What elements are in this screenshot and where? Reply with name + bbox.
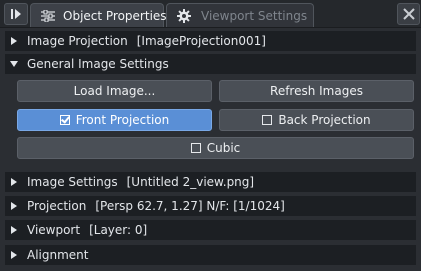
section-value: [Layer: 0] <box>89 223 148 237</box>
section-viewport[interactable]: Viewport [Layer: 0] <box>5 220 416 240</box>
expand-arrow-icon <box>11 251 17 259</box>
section-alignment[interactable]: Alignment <box>5 245 416 265</box>
sliders-icon <box>41 9 55 23</box>
tab-object-properties[interactable]: Object Properties <box>30 3 167 27</box>
refresh-images-button[interactable]: Refresh Images <box>219 80 414 102</box>
section-image-projection[interactable]: Image Projection [ImageProjection001] <box>5 31 416 51</box>
section-value: [ImageProjection001] <box>136 34 266 48</box>
gear-icon <box>177 8 191 23</box>
section-general-image-settings[interactable]: General Image Settings <box>5 54 416 74</box>
button-label: Cubic <box>206 141 241 155</box>
section-title: Image Settings <box>27 175 118 189</box>
section-projection[interactable]: Projection [Persp 62.7, 1.27] N/F: [1/10… <box>5 196 416 216</box>
close-icon <box>402 8 415 20</box>
back-projection-toggle[interactable]: Back Projection <box>219 109 414 131</box>
expand-arrow-icon <box>11 226 17 234</box>
section-value: [Persp 62.7, 1.27] N/F: [1/1024] <box>95 199 285 213</box>
section-title: Alignment <box>27 248 89 262</box>
panel-titlebar: Object Properties Viewport Settings <box>0 0 421 28</box>
expand-arrow-icon <box>11 178 17 186</box>
button-label: Back Projection <box>278 113 371 127</box>
collapse-arrow-icon <box>10 61 18 67</box>
button-label: Front Projection <box>75 113 170 127</box>
section-title: Image Projection <box>27 34 128 48</box>
button-label: Load Image... <box>73 84 156 98</box>
expand-arrow-icon <box>11 202 17 210</box>
section-title: Projection <box>27 199 87 213</box>
section-title: General Image Settings <box>27 57 169 71</box>
expand-arrow-icon <box>11 37 17 45</box>
tab-label: Viewport Settings <box>201 8 308 23</box>
section-value: [Untitled 2_view.png] <box>126 175 255 189</box>
tab-viewport-settings[interactable]: Viewport Settings <box>166 3 314 27</box>
section-title: Viewport <box>27 223 81 237</box>
checkbox-checked-icon <box>59 114 70 125</box>
front-projection-toggle[interactable]: Front Projection <box>17 109 212 131</box>
checkbox-icon <box>190 143 201 153</box>
panel-toggle-button[interactable] <box>4 3 28 25</box>
load-images-button[interactable]: Load Image... <box>17 80 212 102</box>
cubic-toggle[interactable]: Cubic <box>17 137 414 159</box>
tab-label: Object Properties <box>63 8 167 23</box>
checkbox-icon <box>262 115 273 125</box>
close-button[interactable] <box>397 3 420 25</box>
button-label: Refresh Images <box>270 84 363 98</box>
panel-collapse-icon <box>11 9 21 19</box>
section-image-settings[interactable]: Image Settings [Untitled 2_view.png] <box>5 172 416 192</box>
